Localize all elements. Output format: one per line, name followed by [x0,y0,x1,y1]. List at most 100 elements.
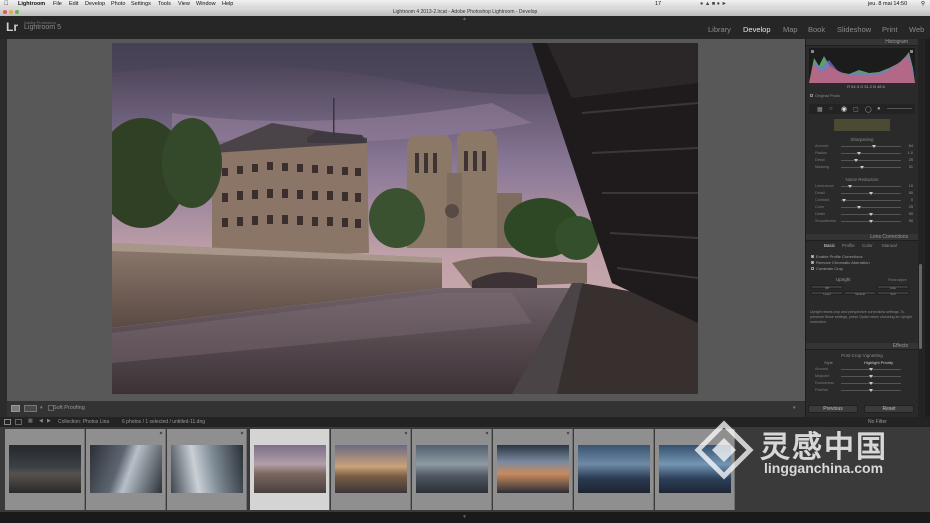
menu-settings[interactable]: Settings [131,0,151,8]
back-arrow-icon[interactable]: ◀ [39,418,43,424]
toolbar-menu-chevron-icon[interactable]: ▾ [793,405,796,411]
slider-track[interactable] [841,192,901,195]
histogram-header[interactable]: Histogram [806,39,918,46]
slider-row[interactable]: Feather [809,388,915,393]
upright-level-button[interactable]: Level [811,291,843,296]
module-develop[interactable]: Develop [743,25,771,34]
module-web[interactable]: Web [909,25,924,34]
menu-window[interactable]: Window [196,0,216,8]
filmstrip-toggle-icon[interactable]: ▼ [462,514,467,520]
filmstrip-cell-selected[interactable] [250,429,330,510]
crop-tool-icon[interactable]: ▦ [817,106,823,113]
filmstrip-cell[interactable] [331,429,411,510]
style-value[interactable]: Highlight Priority [864,360,893,365]
slider-value[interactable]: 0 [911,198,913,202]
slider-knob[interactable] [857,152,861,155]
slider-knob[interactable] [869,220,873,223]
upright-off-button[interactable]: Off [811,285,843,290]
module-book[interactable]: Book [808,25,825,34]
slider-row[interactable]: Masking 31 [809,165,915,170]
slider-knob[interactable] [869,382,873,385]
slider-row[interactable]: Amount 64 [809,144,915,149]
menu-photo[interactable]: Photo [111,0,125,8]
checkbox-checked-icon[interactable] [811,261,814,264]
slider-track[interactable] [841,382,901,385]
slider-row[interactable]: Detail 50 [809,212,915,217]
module-slideshow[interactable]: Slideshow [837,25,871,34]
menu-app-name[interactable]: Lightroom [18,0,45,8]
slider-track[interactable] [841,145,901,148]
detail-preview[interactable] [834,119,890,131]
main-photo-notre-dame[interactable] [112,43,698,394]
spot-removal-icon[interactable]: ○ [829,106,833,112]
slider-value[interactable]: 25 [909,205,913,209]
thumbnail-4[interactable] [254,445,326,493]
histogram-graph[interactable] [809,48,915,83]
close-window-icon[interactable] [3,10,7,14]
slider-track[interactable] [841,159,901,162]
loupe-view-icon[interactable] [11,405,20,412]
adjustment-brush-icon[interactable]: ● [877,106,881,112]
upright-auto-button[interactable]: Auto [877,285,909,290]
slider-value[interactable]: 50 [909,191,913,195]
module-print[interactable]: Print [882,25,897,34]
previous-button[interactable]: Previous [808,405,858,413]
checkbox-checked-icon[interactable] [811,255,814,258]
menu-clock[interactable]: jeu. 8 mai 14:50 [868,0,907,8]
slider-track[interactable] [841,199,901,202]
main-window-icon[interactable] [4,419,11,425]
slider-value[interactable]: 1.0 [908,151,913,155]
slider-row[interactable]: Roundness [809,381,915,386]
tab-basic[interactable]: Basic [824,243,835,248]
tab-profile[interactable]: Profile [842,243,855,248]
slider-knob[interactable] [860,166,864,169]
right-panel-scrollbar[interactable] [918,39,925,417]
second-window-icon[interactable] [15,419,22,425]
module-library[interactable]: Library [708,25,731,34]
slider-value[interactable]: 50 [909,212,913,216]
graduated-filter-icon[interactable]: ▢ [853,106,859,113]
slider-row[interactable]: Radius 1.0 [809,151,915,156]
slider-row[interactable]: Midpoint [809,374,915,379]
left-panel-collapsed[interactable] [0,39,7,417]
filmstrip-cell[interactable] [86,429,166,510]
top-panel-toggle-icon[interactable]: ▲ [462,16,467,22]
slider-knob[interactable] [842,199,846,202]
spotlight-icon[interactable]: ⚲ [921,0,925,8]
constrain-crop[interactable]: Constrain Crop [811,266,843,271]
radial-filter-icon[interactable]: ◯ [865,106,872,113]
slider-knob[interactable] [869,389,873,392]
remove-chromatic-aberration[interactable]: Remove Chromatic Aberration [811,260,870,265]
thumbnail-6[interactable] [416,445,488,493]
filmstrip-cell[interactable] [5,429,85,510]
lens-corrections-header[interactable]: Lens Corrections [806,234,918,241]
before-after-icon[interactable] [24,405,37,412]
slider-track[interactable] [841,220,901,223]
red-eye-icon[interactable]: ◉ [841,105,847,113]
tool-strip-slider[interactable] [887,108,912,109]
filmstrip-cell[interactable] [412,429,492,510]
reset-button[interactable]: Reset [864,405,914,413]
module-map[interactable]: Map [783,25,798,34]
filmstrip-cell[interactable] [493,429,573,510]
effects-header[interactable]: Effects [806,343,918,350]
slider-track[interactable] [841,206,901,209]
slider-track[interactable] [841,213,901,216]
slider-knob[interactable] [869,213,873,216]
forward-arrow-icon[interactable]: ▶ [47,418,51,424]
scrollbar-thumb[interactable] [919,264,922,349]
slider-track[interactable] [841,375,901,378]
thumbnail-2[interactable] [90,445,162,493]
slider-row[interactable]: Contrast 0 [809,198,915,203]
slider-value[interactable]: 50 [909,219,913,223]
slider-row[interactable]: Color 25 [809,205,915,210]
tab-manual[interactable]: Manual [882,243,897,248]
original-photo-checkbox[interactable] [810,94,813,97]
upright-full-button[interactable]: Full [877,291,909,296]
slider-row[interactable]: Luminance 10 [809,184,915,189]
slider-track[interactable] [841,152,901,155]
collection-source[interactable]: Collection: Photos Lina [58,419,109,425]
zoom-window-icon[interactable] [15,10,19,14]
menu-develop[interactable]: Develop [85,0,105,8]
slider-knob[interactable] [872,145,876,148]
